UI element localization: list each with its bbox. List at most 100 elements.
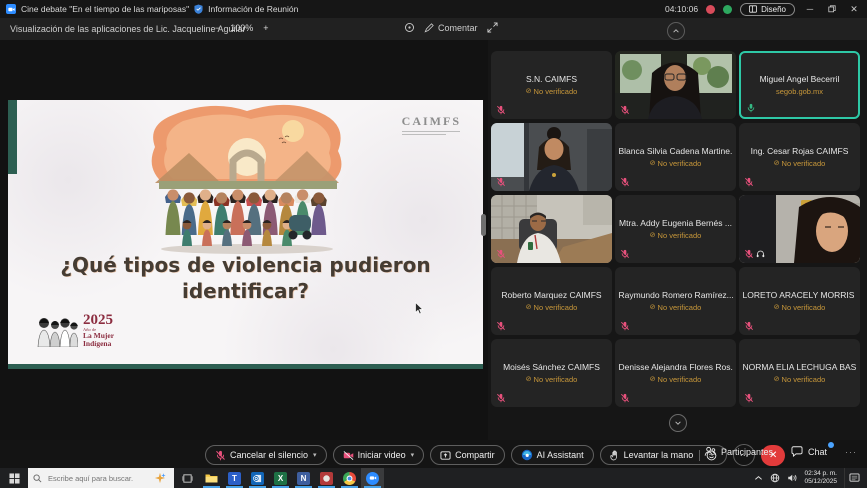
file-explorer-icon[interactable] <box>200 468 223 488</box>
participant-name: Denisse Alejandra Flores Ros... <box>619 362 733 372</box>
mic-muted-icon <box>620 177 630 187</box>
zoom-app-icon[interactable] <box>361 468 384 488</box>
unverified-badge: ⊘No verificado <box>650 375 702 384</box>
chat-icon <box>791 446 803 457</box>
participant-name-tile[interactable]: Moisés Sánchez CAIMFS⊘No verificado <box>491 339 612 407</box>
volume-icon[interactable] <box>787 473 797 483</box>
layout-button[interactable]: Diseño <box>740 3 795 16</box>
participant-name-tile[interactable]: Blanca Silvia Cadena Martine...⊘No verif… <box>615 123 736 191</box>
participants-button[interactable]: Participantes <box>704 446 773 457</box>
mic-muted-icon <box>620 249 630 259</box>
excel-app-icon[interactable]: X <box>269 468 292 488</box>
zoom-level: 100% <box>230 23 253 33</box>
collapse-toolbar-button[interactable] <box>667 22 685 40</box>
record-indicator-icon[interactable] <box>706 5 715 14</box>
participant-name-tile[interactable]: Mtra. Addy Eugenia Bernés ...⊘No verific… <box>615 195 736 263</box>
participant-video-tile[interactable] <box>491 123 612 191</box>
taskbar-search[interactable] <box>28 468 174 488</box>
participant-name-tile[interactable]: Raymundo Romero Ramírez...⊘No verificado <box>615 267 736 335</box>
taskbar-clock[interactable]: 02:34 p. m. 05/12/2025 <box>804 470 837 486</box>
task-view-button[interactable] <box>174 468 200 488</box>
mic-muted-icon <box>496 249 506 259</box>
chevron-down-icon[interactable]: ▾ <box>411 451 415 459</box>
onenote-app-icon[interactable]: N <box>292 468 315 488</box>
start-button[interactable] <box>0 468 28 488</box>
slide-question-title: ¿Qué tipos de violencia pudieron identif… <box>8 252 483 304</box>
ai-assistant-button[interactable]: AI Assistant <box>511 445 594 465</box>
copilot-sparkle-icon[interactable] <box>154 472 166 484</box>
participant-name-tile[interactable]: NORMA ELIA LECHUGA BAS... ⊘No verificado <box>739 339 860 407</box>
toolbar-overflow-icon[interactable]: ··· <box>845 447 857 457</box>
unverified-badge: ⊘No verificado <box>526 375 578 384</box>
chevron-down-icon[interactable]: ▾ <box>313 451 317 459</box>
share-screen-icon <box>440 450 451 461</box>
view-options-icon[interactable] <box>404 22 415 33</box>
outlook-app-icon[interactable] <box>246 468 269 488</box>
network-icon[interactable] <box>770 473 780 483</box>
share-title: Visualización de las aplicaciones de Lic… <box>10 24 245 34</box>
participant-name: S.N. CAIMFS <box>526 74 577 84</box>
unverified-icon: ⊘ <box>650 304 656 311</box>
zoom-in-button[interactable]: + <box>263 23 268 33</box>
maximize-button[interactable] <box>825 5 839 13</box>
panel-resize-handle[interactable] <box>481 214 486 236</box>
participant-video <box>491 123 612 191</box>
migrant-women-illustration <box>141 103 353 255</box>
participant-name: NORMA ELIA LECHUGA BAS... <box>743 362 857 372</box>
unverified-icon: ⊘ <box>526 376 532 383</box>
share-toolbar: Visualización de las aplicaciones de Lic… <box>0 18 867 40</box>
headset-icon <box>756 250 765 258</box>
unverified-badge: ⊘No verificado <box>774 159 826 168</box>
search-input[interactable] <box>46 473 150 484</box>
mic-muted-icon <box>496 177 506 187</box>
start-video-button[interactable]: Iniciar video▾ <box>333 445 425 465</box>
participant-video-tile[interactable] <box>739 195 860 263</box>
unverified-icon: ⊘ <box>526 88 532 95</box>
meeting-info-label[interactable]: Información de Reunión <box>208 4 298 14</box>
tray-expand-icon[interactable] <box>754 474 763 482</box>
fullscreen-icon[interactable] <box>487 22 498 33</box>
annotate-button[interactable]: Comentar <box>424 23 478 33</box>
participant-name-tile[interactable]: Miguel Angel Becerrilsegob.gob.mx <box>739 51 860 119</box>
unverified-icon: ⊘ <box>526 304 532 311</box>
share-screen-button[interactable]: Compartir <box>430 445 505 465</box>
pdf-app-icon[interactable] <box>315 468 338 488</box>
window-titlebar: Cine debate "En el tiempo de las maripos… <box>0 0 867 18</box>
participant-name-tile[interactable]: LORETO ARACELY MORRIS ...⊘No verificado <box>739 267 860 335</box>
indigenous-women-icon <box>36 313 78 347</box>
chat-notification-dot <box>828 442 834 448</box>
mic-muted-icon <box>620 393 630 403</box>
slide-footer-bar <box>8 364 483 369</box>
mic-muted-icon <box>744 249 765 259</box>
search-icon <box>33 474 42 483</box>
participant-name: Ing. Cesar Rojas CAIMFS <box>751 146 849 156</box>
zoom-meeting-window: Cine debate "En el tiempo de las maripos… <box>0 0 867 488</box>
zoom-out-button[interactable]: − <box>215 23 220 33</box>
mic-muted-icon <box>744 393 754 403</box>
year-2025-logo: 2025 Año de La Mujer Indígena <box>36 313 114 348</box>
participant-name-tile[interactable]: Roberto Marquez CAIMFS⊘No verificado <box>491 267 612 335</box>
chat-button[interactable]: Chat <box>791 446 827 457</box>
unmute-button[interactable]: Cancelar el silencio▾ <box>205 445 327 465</box>
mic-muted-icon <box>496 393 506 403</box>
chrome-icon[interactable] <box>338 468 361 488</box>
connection-indicator-icon[interactable] <box>723 5 732 14</box>
unverified-badge: ⊘No verificado <box>774 375 826 384</box>
meeting-info-shield-icon[interactable] <box>194 4 203 14</box>
notification-center-icon[interactable] <box>844 468 863 488</box>
participant-name-tile[interactable]: Denisse Alejandra Flores Ros... ⊘No verif… <box>615 339 736 407</box>
mic-muted-icon <box>496 105 506 115</box>
participant-video-tile[interactable] <box>491 195 612 263</box>
divider <box>699 450 700 461</box>
close-button[interactable]: ✕ <box>847 4 861 15</box>
minimize-button[interactable]: ─ <box>803 4 817 14</box>
participant-name-tile[interactable]: Ing. Cesar Rojas CAIMFS ⊘No verificado <box>739 123 860 191</box>
teams-app-icon[interactable]: T <box>223 468 246 488</box>
mouse-cursor <box>415 302 424 315</box>
participant-name-tile[interactable]: S.N. CAIMFS⊘No verificado <box>491 51 612 119</box>
mic-muted-icon <box>620 105 630 115</box>
participant-name: LORETO ARACELY MORRIS ... <box>743 290 857 300</box>
scroll-down-button[interactable] <box>669 414 687 432</box>
participant-video-tile[interactable] <box>615 51 736 119</box>
mic-on-icon <box>746 103 756 113</box>
